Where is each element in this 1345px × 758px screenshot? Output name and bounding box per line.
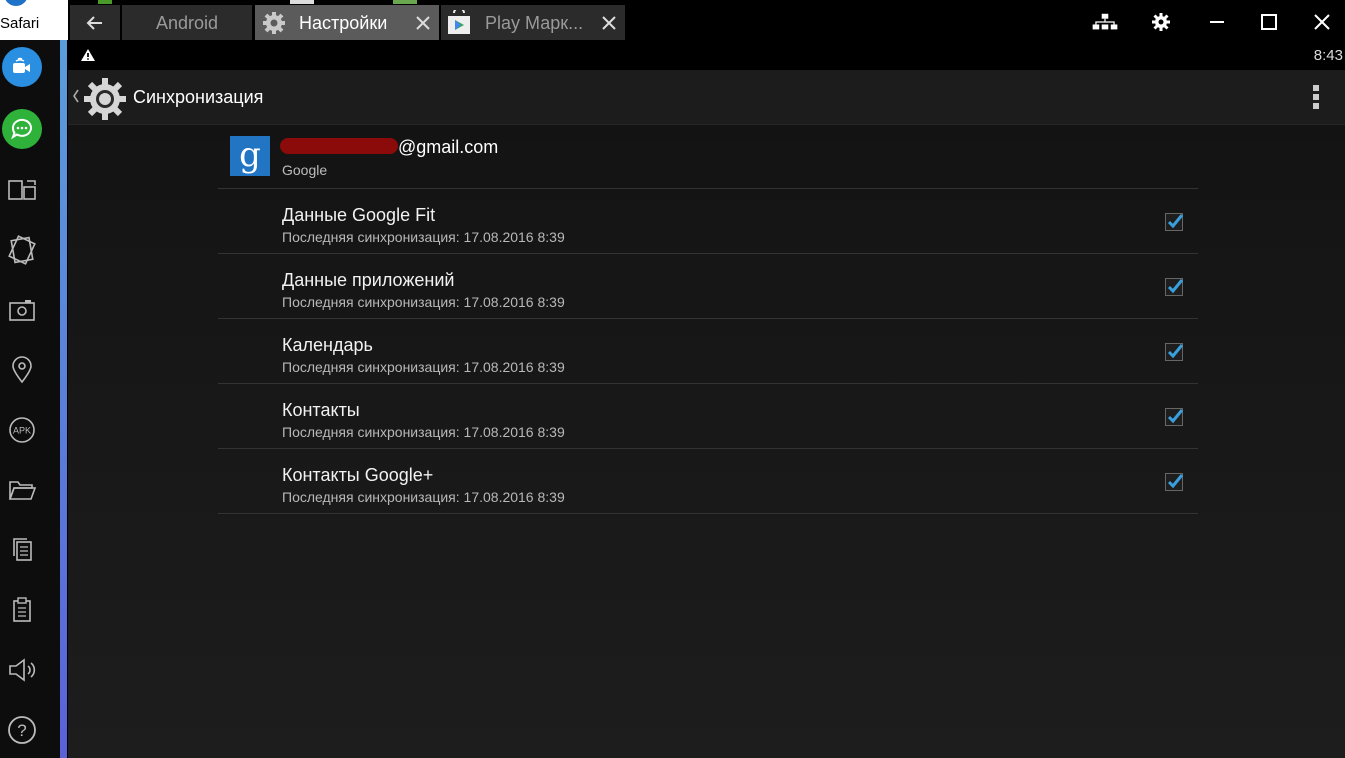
redacted-email-mark: [280, 138, 398, 154]
rotate-icon[interactable]: [2, 230, 42, 270]
sync-item[interactable]: Контакты Последняя синхронизация: 17.08.2…: [218, 384, 1198, 449]
checkmark-icon: [1167, 344, 1184, 359]
svg-text:?: ?: [17, 721, 26, 740]
checkmark-icon: [1167, 409, 1184, 424]
action-bar: Синхронизация: [68, 70, 1345, 125]
back-button[interactable]: [70, 5, 120, 41]
apk-install-icon[interactable]: APK: [2, 410, 42, 450]
tab-play-close-button[interactable]: [599, 13, 619, 33]
location-icon[interactable]: [2, 350, 42, 390]
sync-item-title: Контакты Google+: [282, 465, 434, 485]
window-close-button[interactable]: [1308, 8, 1336, 36]
close-icon: [416, 16, 430, 30]
sync-item[interactable]: Контакты Google+ Последняя синхронизация:…: [218, 449, 1198, 514]
keyboard-icon: [1092, 13, 1118, 30]
sync-item-last-sync: Последняя синхронизация: 17.08.2016 8:39: [282, 359, 565, 375]
tab-settings-close-button[interactable]: [413, 13, 433, 33]
sync-item-last-sync: Последняя синхронизация: 17.08.2016 8:39: [282, 294, 565, 310]
sync-item-last-sync: Последняя синхронизация: 17.08.2016 8:39: [282, 489, 565, 505]
desktop-corner: Safari: [0, 0, 68, 40]
settings-gear-icon: [84, 78, 126, 120]
sync-checkbox[interactable]: [1165, 213, 1184, 231]
sync-item[interactable]: Календарь Последняя синхронизация: 17.08.…: [218, 319, 1198, 384]
tab-settings[interactable]: Настройки: [255, 5, 439, 41]
sync-item-last-sync: Последняя синхронизация: 17.08.2016 8:39: [282, 229, 565, 245]
close-icon: [602, 16, 616, 30]
sync-item-title: Данные Google Fit: [282, 205, 436, 225]
paste-icon[interactable]: [2, 590, 42, 630]
volume-icon[interactable]: [2, 650, 42, 690]
status-clock: 8:43: [1313, 47, 1343, 64]
chat-icon[interactable]: [2, 109, 42, 149]
tab-settings-label: Настройки: [299, 12, 388, 33]
copy-icon[interactable]: [2, 530, 42, 570]
video-call-icon[interactable]: [2, 47, 42, 87]
help-icon[interactable]: ?: [2, 710, 42, 750]
tab-play-label: Play Марк...: [485, 12, 584, 33]
chevron-left-icon: [73, 89, 79, 103]
status-bar: 8:43: [68, 40, 1345, 70]
sync-checkbox[interactable]: [1165, 343, 1184, 361]
checkmark-icon: [1167, 474, 1184, 489]
multi-window-icon[interactable]: [2, 170, 42, 210]
desktop-icon-fragment: [393, 0, 417, 4]
sync-item-title: Контакты: [282, 400, 360, 420]
keymap-button[interactable]: [1091, 8, 1119, 36]
minimize-button[interactable]: [1203, 8, 1231, 36]
sync-checkbox[interactable]: [1165, 473, 1184, 491]
checkmark-icon: [1167, 214, 1184, 229]
safari-icon[interactable]: [4, 0, 28, 6]
overflow-menu-icon[interactable]: [1312, 84, 1320, 110]
warning-icon: [81, 49, 95, 61]
sync-item[interactable]: Данные Google Fit Последняя синхронизация…: [218, 189, 1198, 254]
safari-label: Safari: [0, 15, 40, 32]
arrow-left-icon: [86, 16, 102, 30]
settings-gear-icon: [263, 12, 285, 34]
play-store-icon: [448, 10, 470, 34]
window-titlebar: Android Настройки Play Марк...: [68, 0, 1345, 41]
tab-play-market[interactable]: Play Марк...: [441, 5, 625, 41]
sync-checkbox[interactable]: [1165, 408, 1184, 426]
google-logo-icon: g: [230, 136, 270, 176]
account-header: g @gmail.com Google: [218, 132, 1198, 189]
settings-button[interactable]: [1147, 8, 1175, 36]
minimize-icon: [1210, 21, 1224, 23]
account-email: @gmail.com: [398, 137, 499, 157]
checkmark-icon: [1167, 279, 1184, 294]
gear-icon: [1152, 13, 1170, 31]
bluestacks-sidebar: APK ?: [0, 40, 60, 758]
camera-icon[interactable]: [2, 290, 42, 330]
maximize-button[interactable]: [1255, 8, 1283, 36]
sync-item-title: Календарь: [282, 335, 373, 355]
sidebar-accent-bar: [60, 40, 67, 758]
account-type: Google: [282, 162, 328, 178]
sync-item-last-sync: Последняя синхронизация: 17.08.2016 8:39: [282, 424, 565, 440]
tab-android-label: Android: [155, 12, 219, 33]
sync-item[interactable]: Данные приложений Последняя синхронизация…: [218, 254, 1198, 319]
folder-icon[interactable]: [2, 470, 42, 510]
desktop-icon-fragment: [98, 0, 112, 4]
tab-android[interactable]: Android: [122, 5, 252, 41]
close-icon: [1314, 14, 1330, 30]
desktop-icon-fragment: [290, 0, 314, 4]
up-navigation-button[interactable]: [70, 76, 130, 120]
android-screen: 8:43 Синхронизация g @gmail.com Google Д…: [68, 40, 1345, 758]
sync-checkbox[interactable]: [1165, 278, 1184, 296]
sync-item-title: Данные приложений: [282, 270, 455, 290]
page-title: Синхронизация: [133, 87, 264, 107]
svg-text:APK: APK: [13, 426, 31, 436]
maximize-icon: [1261, 14, 1277, 30]
